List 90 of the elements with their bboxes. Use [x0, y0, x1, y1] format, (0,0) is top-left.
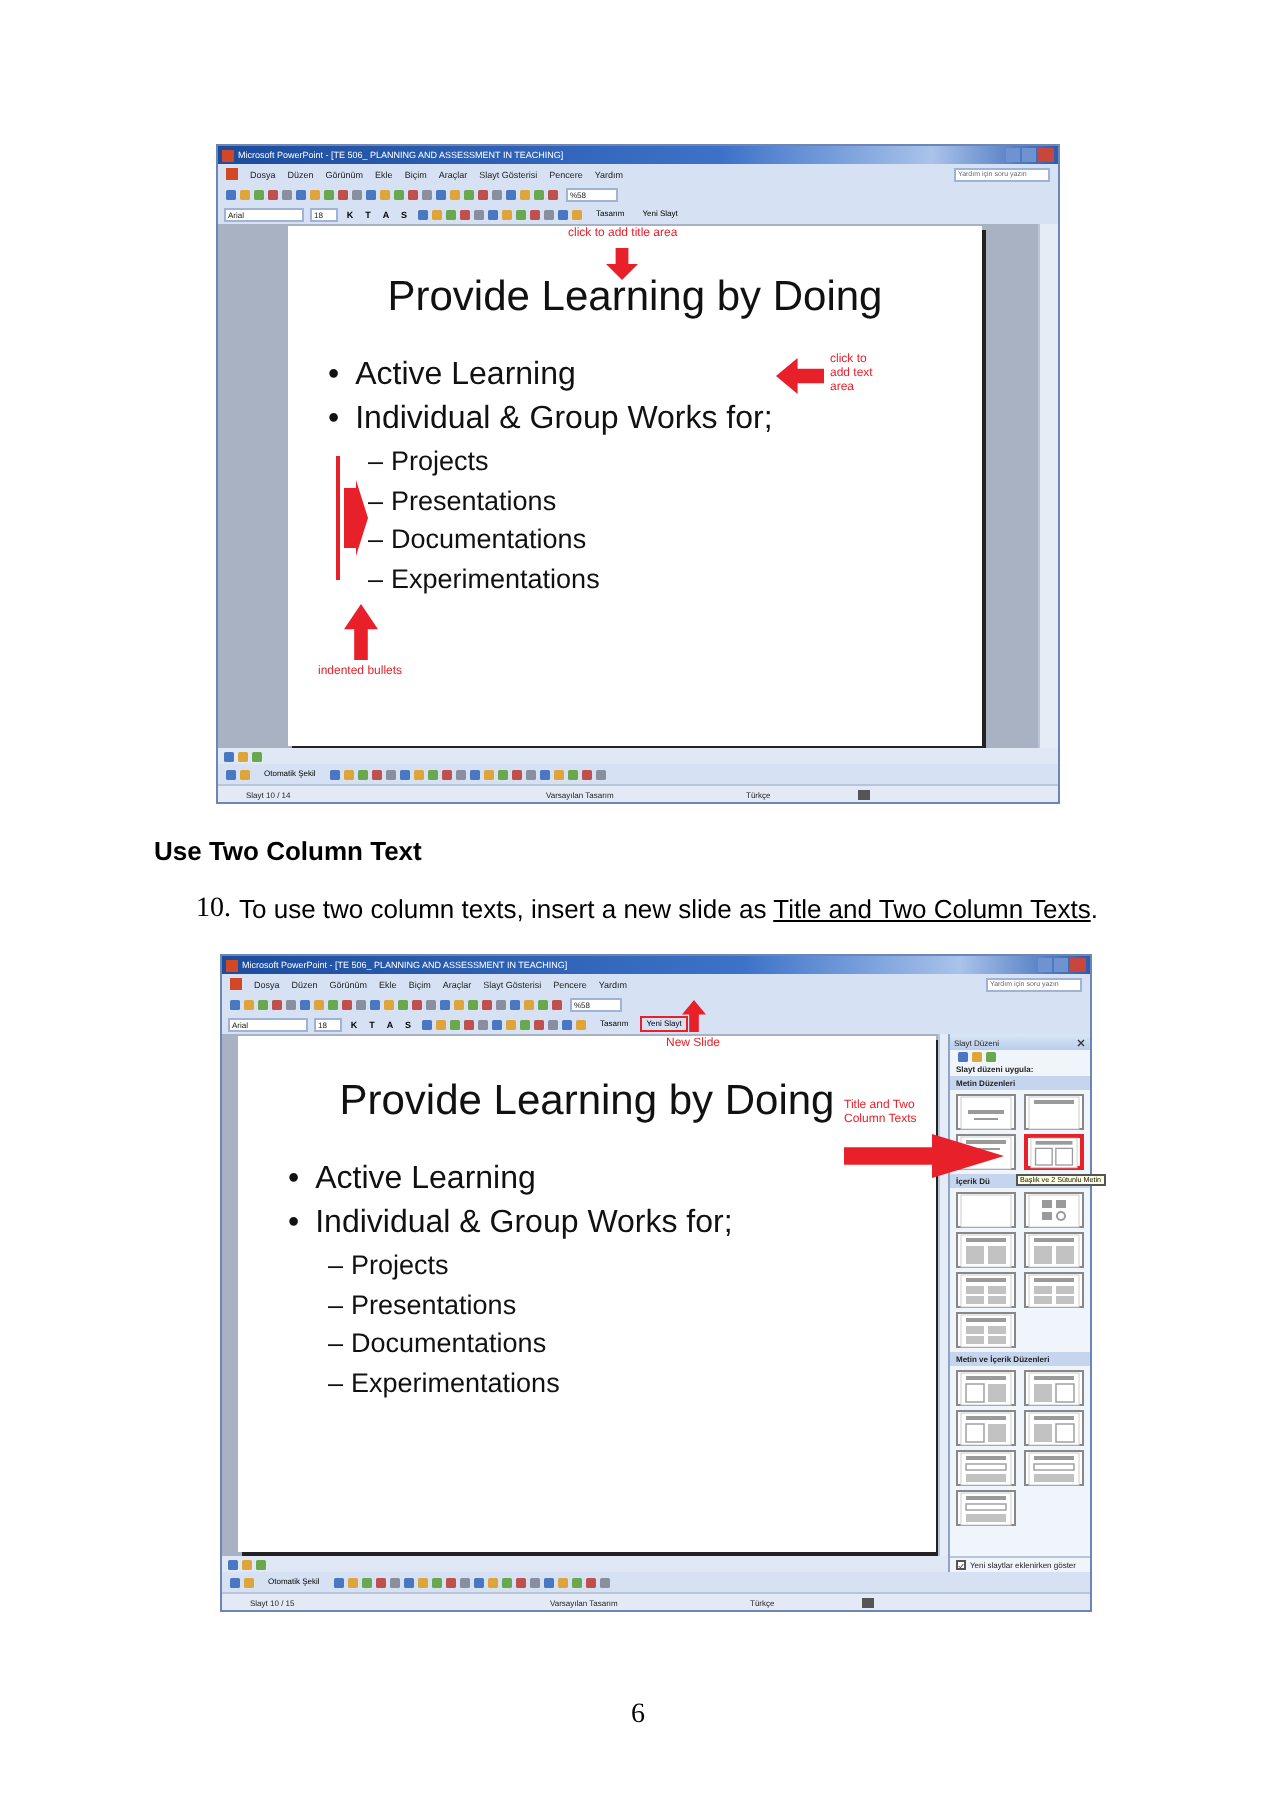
- draw-menu-icons-drawing[interactable]: [224, 767, 252, 781]
- step-number: 10.: [196, 894, 231, 926]
- layout-option[interactable]: [956, 1094, 1016, 1130]
- bullet-text: Individual & Group Works for;: [315, 1204, 733, 1244]
- sub-bullet-marker: –: [328, 1365, 344, 1401]
- arrow-up-icon: [681, 1000, 705, 1032]
- layout-thumbnail-drawing: [960, 1451, 1012, 1485]
- sub-bullet-text: Documentations: [391, 522, 587, 558]
- app-icon: [226, 959, 238, 971]
- layout-thumbnail-drawing: [960, 1313, 1012, 1347]
- sub-bullet-marker: –: [328, 1326, 344, 1362]
- layout-thumbnail-drawing: [1030, 1135, 1078, 1169]
- bullet-marker: •: [288, 1204, 300, 1244]
- layout-thumbnail-drawing: [1028, 1411, 1080, 1445]
- bullet-marker: •: [328, 400, 340, 440]
- sub-bullet-marker: –: [368, 561, 384, 597]
- slide-title: Provide Learning by Doing: [387, 274, 883, 322]
- page-number: 6: [629, 1700, 647, 1732]
- sub-bullet-marker: –: [368, 522, 384, 558]
- layout-option[interactable]: [956, 1410, 1016, 1446]
- close-icon[interactable]: [1076, 1037, 1086, 1047]
- sub-bullet-text: Projects: [351, 1248, 449, 1284]
- check-icon: [958, 1561, 964, 1569]
- layout-option[interactable]: [956, 1450, 1016, 1486]
- sub-bullet-marker: –: [368, 483, 384, 519]
- layout-thumbnail-drawing: [1028, 1095, 1080, 1129]
- bullet-marker: •: [328, 356, 340, 396]
- bullet-text: Individual & Group Works for;: [355, 400, 773, 440]
- sub-bullet-text: Presentations: [391, 483, 557, 519]
- layout-thumbnail-drawing: [1028, 1451, 1080, 1485]
- layout-option[interactable]: [956, 1272, 1016, 1308]
- layout-option[interactable]: [956, 1370, 1016, 1406]
- drawing-toolbar-icons-drawing[interactable]: [327, 767, 608, 781]
- layout-thumbnail-drawing: [1028, 1371, 1080, 1405]
- layout-option[interactable]: [956, 1490, 1016, 1526]
- layout-option[interactable]: [1024, 1232, 1084, 1268]
- section-heading: Use Two Column Text: [154, 836, 424, 866]
- arrow-up-icon: [343, 604, 378, 660]
- formatting-toolbar-icons-drawing[interactable]: [420, 1017, 588, 1031]
- bracket-arrow-drawing: [336, 456, 368, 580]
- layout-thumbnail-drawing: [1028, 1273, 1080, 1307]
- scrollbar[interactable]: [1038, 224, 1058, 748]
- layout-thumbnail-drawing: [960, 1233, 1012, 1267]
- standard-toolbar-icons-drawing[interactable]: [228, 997, 564, 1011]
- arrow-down-icon: [606, 248, 639, 280]
- draw-menu-icons-drawing[interactable]: [228, 1575, 256, 1589]
- sub-bullet-marker: –: [328, 1287, 344, 1323]
- layout-option[interactable]: [1024, 1192, 1084, 1228]
- layout-option[interactable]: [1024, 1370, 1084, 1406]
- slide-title: Provide Learning by Doing: [339, 1078, 835, 1126]
- spellcheck-icon: [862, 1597, 874, 1607]
- layout-option[interactable]: [1024, 1450, 1084, 1486]
- layout-option[interactable]: [1024, 1410, 1084, 1446]
- layout-option[interactable]: [956, 1192, 1016, 1228]
- sub-bullet-text: Experimentations: [351, 1365, 560, 1402]
- layout-option[interactable]: [956, 1312, 1016, 1348]
- pane-navigation-icons-drawing[interactable]: [956, 1050, 998, 1064]
- view-buttons-icons-drawing[interactable]: [226, 1557, 268, 1571]
- layout-thumbnail-drawing: [960, 1273, 1012, 1307]
- layout-thumbnail-drawing: [1028, 1233, 1080, 1267]
- sub-bullet-text: Experimentations: [391, 561, 600, 598]
- sub-bullet-text: Documentations: [351, 1326, 547, 1362]
- bullet-text: Active Learning: [355, 356, 576, 396]
- sub-bullet-text: Presentations: [351, 1287, 517, 1323]
- layout-link[interactable]: Title and Two Column Texts: [773, 894, 1091, 924]
- sub-bullet-marker: –: [368, 444, 384, 480]
- formatting-toolbar-icons-drawing[interactable]: [416, 207, 584, 221]
- layout-option[interactable]: [1024, 1272, 1084, 1308]
- arrow-right-icon: [844, 1134, 1004, 1178]
- checkbox[interactable]: [956, 1560, 966, 1570]
- sub-bullet-marker: –: [328, 1248, 344, 1284]
- layout-thumbnail-drawing: [960, 1411, 1012, 1445]
- layout-thumbnail-drawing: [960, 1491, 1012, 1525]
- standard-toolbar-icons-drawing[interactable]: [224, 187, 560, 201]
- layout-thumbnail-drawing: [1028, 1193, 1080, 1227]
- bullet-marker: •: [288, 1160, 300, 1200]
- layout-thumbnail-drawing: [960, 1193, 1012, 1227]
- arrow-left-icon: [776, 357, 824, 393]
- scrollbar[interactable]: [938, 1034, 948, 1556]
- layout-option[interactable]: [1024, 1094, 1084, 1130]
- layout-option[interactable]: [956, 1232, 1016, 1268]
- step-text: To use two column texts, insert a new slide as Title and Two Column Texts.: [239, 894, 1098, 926]
- spellcheck-icon: [858, 789, 870, 799]
- view-buttons-icons-drawing[interactable]: [222, 749, 264, 763]
- sub-bullet-text: Projects: [391, 444, 489, 480]
- layout-thumbnail-drawing: [960, 1371, 1012, 1405]
- layout-thumbnail-drawing: [960, 1095, 1012, 1129]
- bullet-text: Active Learning: [315, 1160, 536, 1200]
- app-icon: [222, 149, 234, 161]
- drawing-toolbar-icons-drawing[interactable]: [331, 1575, 612, 1589]
